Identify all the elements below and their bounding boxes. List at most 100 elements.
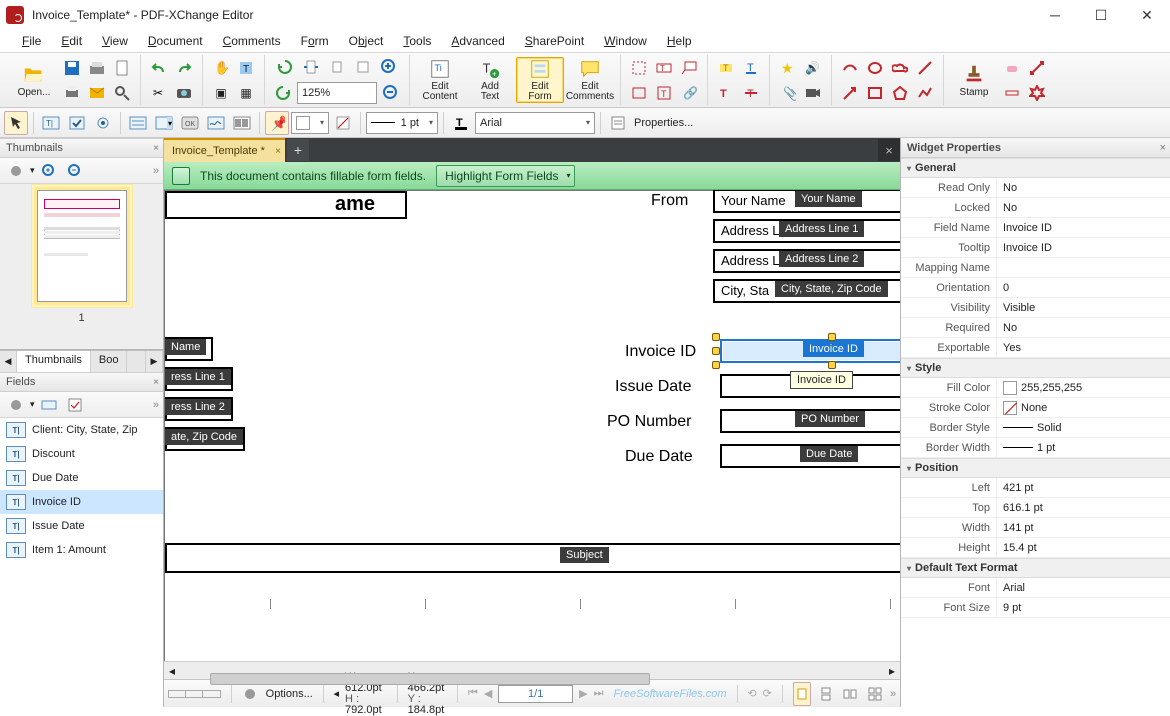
arrow-icon[interactable] bbox=[838, 81, 862, 105]
property-section[interactable]: Default Text Format bbox=[901, 558, 1170, 578]
barcode-field-icon[interactable] bbox=[230, 111, 254, 135]
callout-icon[interactable] bbox=[677, 56, 701, 80]
page-thumbnail-1[interactable] bbox=[37, 190, 127, 302]
property-section[interactable]: Position bbox=[901, 458, 1170, 478]
burst-icon[interactable] bbox=[1025, 81, 1049, 105]
close-tab-icon[interactable]: × bbox=[275, 146, 281, 157]
undo-icon[interactable] bbox=[147, 56, 171, 80]
tab-scroll-left[interactable]: ◀ bbox=[0, 351, 17, 372]
layout-cont-icon[interactable] bbox=[817, 682, 835, 706]
subject-field[interactable] bbox=[165, 543, 900, 573]
line-weight-select[interactable]: 1 pt bbox=[366, 112, 438, 134]
zoom-combo[interactable]: 125% bbox=[297, 82, 377, 104]
menu-help[interactable]: Help bbox=[659, 32, 700, 50]
menu-window[interactable]: Window bbox=[596, 32, 655, 50]
combo-field-icon[interactable]: ▾ bbox=[152, 111, 176, 135]
property-row[interactable]: Font Size9 pt bbox=[901, 598, 1170, 618]
zoom-out-icon[interactable] bbox=[379, 81, 403, 105]
fit-page-icon[interactable] bbox=[325, 55, 349, 79]
redo-icon[interactable] bbox=[172, 56, 196, 80]
sound-icon[interactable]: 🔊 bbox=[801, 56, 825, 80]
menu-comments[interactable]: Comments bbox=[215, 32, 289, 50]
maximize-button[interactable]: ☐ bbox=[1078, 0, 1124, 30]
polygon-icon[interactable] bbox=[888, 81, 912, 105]
property-row[interactable]: Height15.4 pt bbox=[901, 538, 1170, 558]
print-icon[interactable] bbox=[60, 81, 84, 105]
textbox-icon[interactable]: T bbox=[652, 56, 676, 80]
tab-thumbnails[interactable]: Thumbnails bbox=[17, 351, 91, 372]
underline-icon[interactable]: T bbox=[739, 56, 763, 80]
stroke-color-picker[interactable] bbox=[331, 111, 355, 135]
thumb-zoomin-icon[interactable] bbox=[37, 159, 61, 183]
property-section[interactable]: Style bbox=[901, 358, 1170, 378]
search-icon[interactable] bbox=[110, 81, 134, 105]
property-row[interactable]: Left421 pt bbox=[901, 478, 1170, 498]
layout-single-icon[interactable] bbox=[793, 682, 811, 706]
tab-scroll-right[interactable]: ▶ bbox=[145, 351, 163, 372]
rotate-ccw-icon[interactable] bbox=[273, 55, 297, 79]
highlight-icon[interactable]: T bbox=[714, 56, 738, 80]
scan-icon[interactable] bbox=[85, 56, 109, 80]
camera-icon[interactable] bbox=[172, 81, 196, 105]
highlight-form-fields-button[interactable]: Highlight Form Fields bbox=[436, 165, 575, 187]
thumb-options-icon[interactable] bbox=[4, 159, 28, 183]
checkbox-field-icon[interactable] bbox=[65, 111, 89, 135]
property-row[interactable]: Border Width1 pt bbox=[901, 438, 1170, 458]
star-icon[interactable]: ★ bbox=[776, 56, 800, 80]
field-item[interactable]: T|Due Date bbox=[0, 466, 163, 490]
property-row[interactable]: TooltipInvoice ID bbox=[901, 238, 1170, 258]
fields-more-icon[interactable]: » bbox=[153, 399, 159, 411]
field-item[interactable]: T|Invoice ID bbox=[0, 490, 163, 514]
horizontal-scrollbar[interactable]: ◂ ▸ bbox=[164, 661, 900, 679]
edit-content-button[interactable]: Ti EditContent bbox=[416, 57, 464, 103]
font-select[interactable]: Arial bbox=[475, 112, 595, 134]
measure-icon[interactable] bbox=[1000, 81, 1024, 105]
hand-icon[interactable]: ✋ bbox=[209, 56, 233, 80]
thumb-zoomout-icon[interactable] bbox=[63, 159, 87, 183]
menu-form[interactable]: Form bbox=[293, 32, 337, 50]
text-field-icon[interactable]: T| bbox=[39, 111, 63, 135]
back-icon[interactable]: ⟲ bbox=[747, 687, 756, 700]
field-item[interactable]: T|Client: City, State, Zip bbox=[0, 418, 163, 442]
text-select-icon[interactable]: T bbox=[234, 56, 258, 80]
line-icon[interactable] bbox=[913, 56, 937, 80]
fields-options-icon[interactable] bbox=[4, 393, 28, 417]
list-field-icon[interactable] bbox=[126, 111, 150, 135]
new-tab-button[interactable]: + bbox=[287, 139, 309, 161]
oval-icon[interactable] bbox=[863, 56, 887, 80]
link-icon[interactable]: 🔗 bbox=[677, 81, 701, 105]
property-row[interactable]: Orientation0 bbox=[901, 278, 1170, 298]
button-field-icon[interactable]: OK bbox=[178, 111, 202, 135]
layout-two-icon[interactable] bbox=[841, 682, 859, 706]
fill-color-picker[interactable] bbox=[291, 112, 329, 134]
minimize-button[interactable]: ─ bbox=[1032, 0, 1078, 30]
property-row[interactable]: Border StyleSolid bbox=[901, 418, 1170, 438]
document-tab[interactable]: Invoice_Template * × bbox=[164, 138, 285, 162]
stamp-button[interactable]: Stamp bbox=[950, 57, 998, 103]
polyline-icon[interactable] bbox=[913, 81, 937, 105]
area-icon[interactable]: ▣ bbox=[209, 81, 233, 105]
edit-form-button[interactable]: EditForm bbox=[516, 57, 564, 103]
field-item[interactable]: T|Discount bbox=[0, 442, 163, 466]
cloud-icon[interactable] bbox=[888, 56, 912, 80]
status-options-label[interactable]: Options... bbox=[266, 688, 313, 700]
fwd-icon[interactable]: ⟳ bbox=[763, 687, 772, 700]
rect-icon[interactable] bbox=[863, 81, 887, 105]
menu-edit[interactable]: Edit bbox=[53, 32, 90, 50]
menu-document[interactable]: Document bbox=[140, 32, 211, 50]
property-row[interactable]: Field NameInvoice ID bbox=[901, 218, 1170, 238]
layout-two-cont-icon[interactable] bbox=[866, 682, 884, 706]
property-row[interactable]: Top616.1 pt bbox=[901, 498, 1170, 518]
property-row[interactable]: Width141 pt bbox=[901, 518, 1170, 538]
cut-icon[interactable]: ✂ bbox=[147, 81, 171, 105]
property-row[interactable]: Fill Color255,255,255 bbox=[901, 378, 1170, 398]
email-icon[interactable] bbox=[85, 81, 109, 105]
menu-sharepoint[interactable]: SharePoint bbox=[517, 32, 592, 50]
menu-tools[interactable]: Tools bbox=[395, 32, 439, 50]
zoom-in-icon[interactable] bbox=[377, 55, 401, 79]
property-row[interactable]: VisibilityVisible bbox=[901, 298, 1170, 318]
video-icon[interactable] bbox=[801, 81, 825, 105]
pencil-icon[interactable] bbox=[838, 56, 862, 80]
grid-icon[interactable]: ▦ bbox=[234, 81, 258, 105]
close-button[interactable]: ✕ bbox=[1124, 0, 1170, 30]
